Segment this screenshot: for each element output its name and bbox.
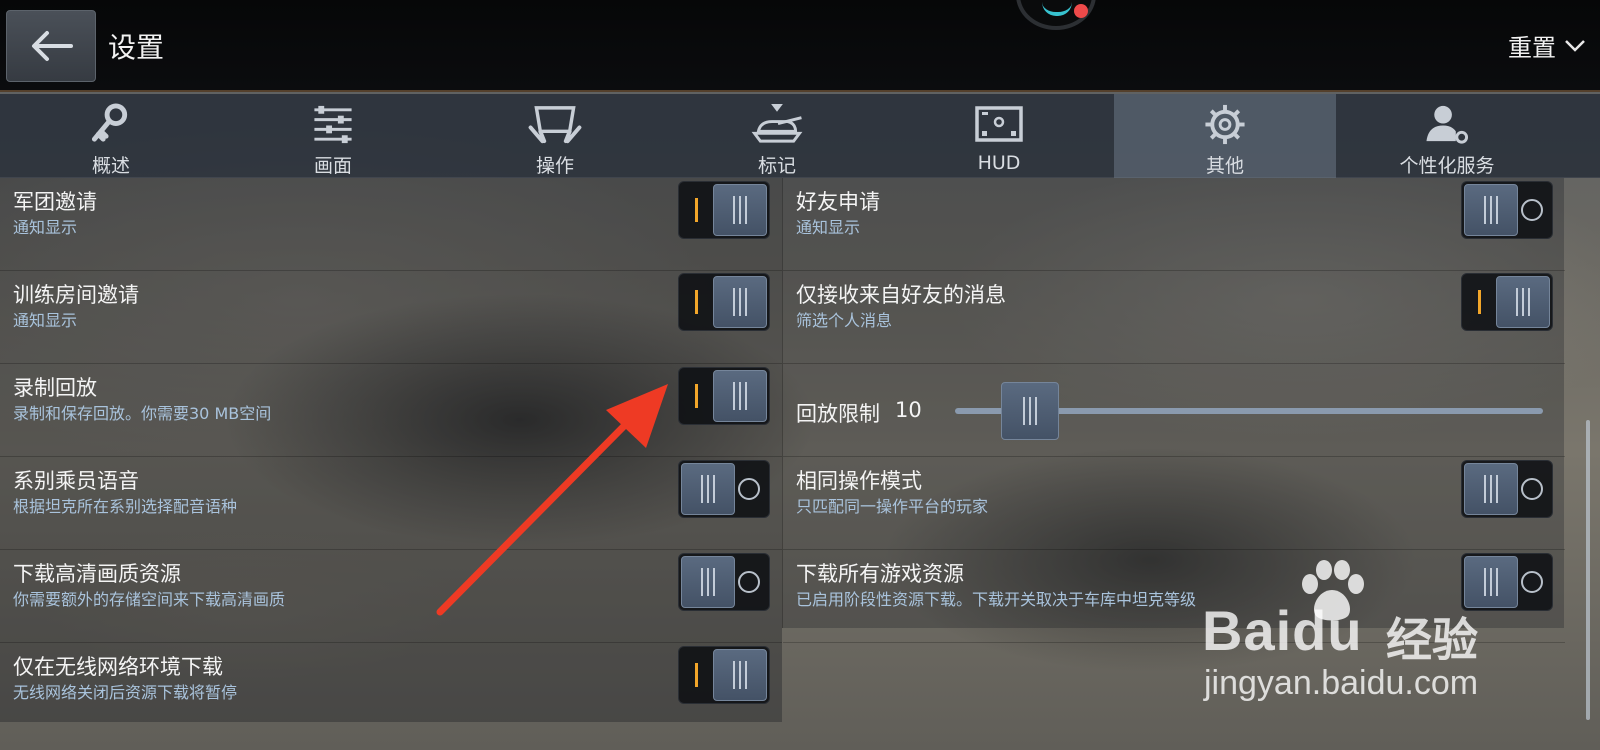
setting-subtitle: 无线网络关闭后资源下载将暂停 xyxy=(13,683,238,702)
record-replays-toggle[interactable] xyxy=(678,367,770,425)
tab-label: 画面 xyxy=(313,155,352,177)
setting-subtitle: 通知显示 xyxy=(13,311,78,330)
setting-friend-requests: 好友申请 通知显示 xyxy=(783,178,1565,271)
tab-label: HUD xyxy=(977,152,1021,174)
setting-title: 仅在无线网络环境下载 xyxy=(13,655,223,679)
control-icon xyxy=(528,106,582,144)
toggle-on-indicator xyxy=(695,663,698,687)
tab-graphics[interactable]: 画面 xyxy=(222,94,444,178)
tab-controls[interactable]: 操作 xyxy=(444,94,666,178)
setting-subtitle: 通知显示 xyxy=(796,218,861,237)
friend-requests-toggle[interactable] xyxy=(1461,181,1553,239)
toggle-knob[interactable] xyxy=(681,463,735,515)
tab-label: 操作 xyxy=(535,155,574,177)
baidu-jingyan-watermark: Baidu 经验 jingyan.baidu.com xyxy=(1200,560,1600,710)
gear-icon xyxy=(1205,104,1245,145)
toggle-on-indicator xyxy=(695,290,698,314)
setting-title: 下载所有游戏资源 xyxy=(796,562,964,586)
reset-label: 重置 xyxy=(1508,34,1556,62)
setting-download-hd-assets: 下载高清画质资源 你需要额外的存储空间来下载高清画质 xyxy=(0,550,782,643)
tab-label: 概述 xyxy=(91,155,130,177)
setting-national-crew-voice: 系别乘员语音 根据坦克所在系别选择配音语种 xyxy=(0,457,782,550)
download-hd-assets-toggle[interactable] xyxy=(678,553,770,611)
setting-subtitle: 录制和保存回放。你需要30 MB空间 xyxy=(13,404,272,423)
setting-clan-invites: 军团邀请 通知显示 xyxy=(0,178,782,271)
setting-subtitle: 根据坦克所在系别选择配音语种 xyxy=(13,497,238,516)
replay-limit-label: 回放限制 xyxy=(796,402,880,426)
setting-title: 训练房间邀请 xyxy=(13,283,139,307)
setting-title: 录制回放 xyxy=(13,376,97,400)
toggle-off-indicator xyxy=(738,478,760,500)
settings-column-left: 军团邀请 通知显示 训练房间邀请 通知显示 录制回放 录制和保存回放。你需要30… xyxy=(0,178,782,722)
dial-arc xyxy=(1042,2,1072,16)
setting-wifi-only-download: 仅在无线网络环境下载 无线网络关闭后资源下载将暂停 xyxy=(0,643,782,736)
setting-subtitle: 只匹配同一操作平台的玩家 xyxy=(796,497,989,516)
key-icon xyxy=(91,103,128,142)
setting-subtitle: 已启用阶段性资源下载。下载开关取决于车库中坦克等级 xyxy=(796,590,1197,609)
sliders-icon xyxy=(314,105,352,144)
friends-only-messages-toggle[interactable] xyxy=(1461,273,1553,331)
settings-tabs: 概述 画面 操作 标记 HUD 其他 个性化服务 xyxy=(0,94,1600,178)
toggle-knob[interactable] xyxy=(681,556,735,608)
toggle-off-indicator xyxy=(738,571,760,593)
replay-limit-slider-knob[interactable] xyxy=(1001,382,1059,440)
toggle-knob[interactable] xyxy=(1464,184,1518,236)
setting-title: 相同操作模式 xyxy=(796,469,922,493)
tab-other[interactable]: 其他 xyxy=(1114,94,1336,178)
watermark-brand: Baidu xyxy=(1202,599,1363,662)
tab-overview[interactable]: 概述 xyxy=(0,94,222,178)
top-status-dial xyxy=(1016,0,1096,30)
wifi-only-download-toggle[interactable] xyxy=(678,646,770,704)
hud-screen-icon xyxy=(975,106,1023,142)
same-control-mode-toggle[interactable] xyxy=(1461,460,1553,518)
setting-same-control-mode: 相同操作模式 只匹配同一操作平台的玩家 xyxy=(783,457,1565,550)
tab-markers[interactable]: 标记 xyxy=(666,94,888,178)
setting-subtitle: 通知显示 xyxy=(13,218,78,237)
setting-subtitle: 你需要额外的存储空间来下载高清画质 xyxy=(13,590,286,609)
training-room-invites-toggle[interactable] xyxy=(678,273,770,331)
setting-replay-limit: 回放限制 10 xyxy=(783,364,1565,457)
setting-subtitle: 筛选个人消息 xyxy=(796,311,893,330)
setting-friends-only-messages: 仅接收来自好友的消息 筛选个人消息 xyxy=(783,271,1565,364)
toggle-knob[interactable] xyxy=(713,370,767,422)
setting-title: 仅接收来自好友的消息 xyxy=(796,283,1006,307)
toggle-off-indicator xyxy=(1521,478,1543,500)
toggle-knob[interactable] xyxy=(713,649,767,701)
tab-hud[interactable]: HUD xyxy=(888,94,1110,178)
toggle-off-indicator xyxy=(1521,199,1543,221)
setting-title: 下载高清画质资源 xyxy=(13,562,181,586)
tab-label: 其他 xyxy=(1205,155,1244,177)
setting-title: 系别乘员语音 xyxy=(13,469,139,493)
toggle-knob[interactable] xyxy=(713,276,767,328)
tank-marker-icon xyxy=(751,103,803,143)
tab-label: 个性化服务 xyxy=(1399,155,1495,177)
toggle-on-indicator xyxy=(695,384,698,408)
page-title: 设置 xyxy=(108,31,165,64)
toggle-knob[interactable] xyxy=(713,184,767,236)
watermark-url: jingyan.baidu.com xyxy=(1204,664,1479,702)
setting-title: 好友申请 xyxy=(796,190,880,214)
tab-personalization[interactable]: 个性化服务 xyxy=(1336,94,1558,178)
notification-dot xyxy=(1074,4,1088,18)
setting-record-replays: 录制回放 录制和保存回放。你需要30 MB空间 xyxy=(0,364,782,457)
user-settings-icon xyxy=(1426,105,1469,144)
replay-limit-value: 10 xyxy=(895,398,922,422)
toggle-on-indicator xyxy=(1478,290,1481,314)
watermark-cn: 经验 xyxy=(1386,613,1478,667)
toggle-on-indicator xyxy=(695,198,698,222)
tab-label: 标记 xyxy=(757,155,796,177)
clan-invites-toggle[interactable] xyxy=(678,181,770,239)
toggle-knob[interactable] xyxy=(1464,463,1518,515)
chevron-down-icon xyxy=(1565,39,1585,52)
reset-button[interactable]: 重置 xyxy=(1508,28,1586,63)
setting-training-room-invites: 训练房间邀请 通知显示 xyxy=(0,271,782,364)
top-bar: 设置 重置 xyxy=(0,0,1600,92)
toggle-knob[interactable] xyxy=(1496,276,1550,328)
national-crew-voice-toggle[interactable] xyxy=(678,460,770,518)
back-arrow-icon xyxy=(32,31,73,61)
setting-title: 军团邀请 xyxy=(13,190,97,214)
back-button[interactable] xyxy=(6,10,96,82)
